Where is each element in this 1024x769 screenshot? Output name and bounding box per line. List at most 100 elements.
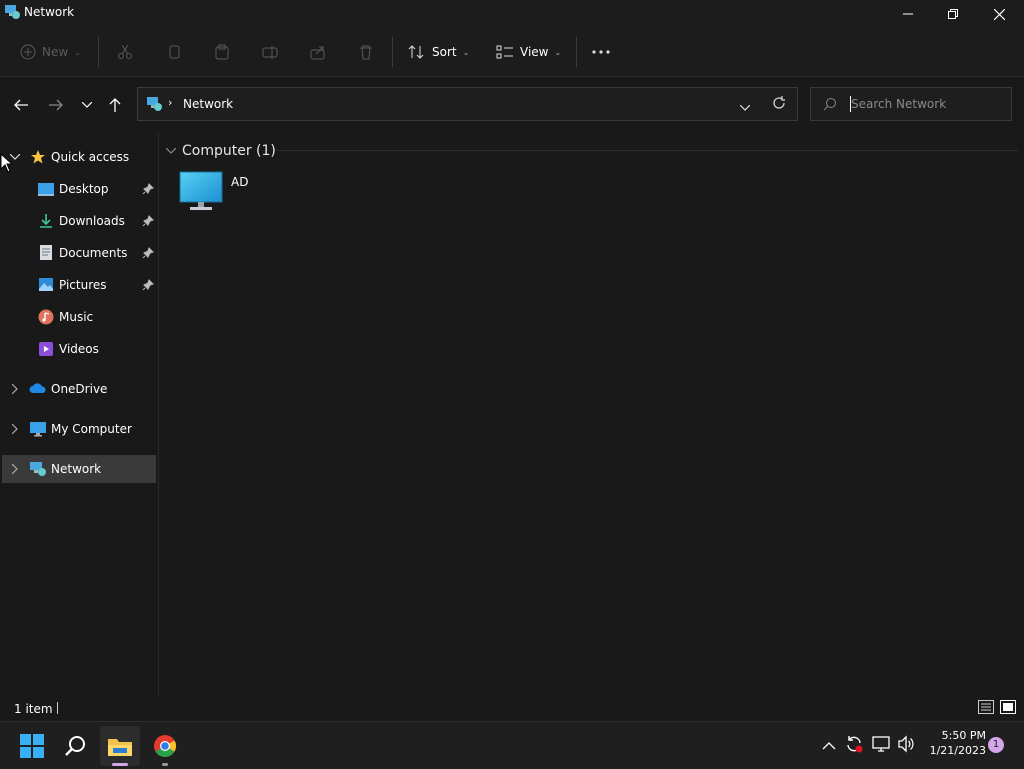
running-indicator: [162, 763, 168, 766]
pin-icon: [142, 215, 154, 227]
details-view-icon: [978, 700, 994, 714]
up-button[interactable]: [103, 93, 127, 117]
volume-button[interactable]: [897, 735, 915, 756]
show-hidden-icons-button[interactable]: [822, 739, 836, 753]
chevron-down-icon: ⌄: [462, 47, 470, 57]
desktop-icon: [38, 183, 54, 196]
chevron-down-icon: ⌄: [74, 47, 81, 57]
paste-icon: [215, 44, 229, 60]
nav-label: OneDrive: [51, 382, 108, 396]
clock[interactable]: 5:50 PM 1/21/2023: [924, 728, 986, 758]
share-button[interactable]: [310, 38, 326, 66]
search-box[interactable]: Search Network: [810, 87, 1012, 121]
mouse-pointer-icon: [0, 153, 12, 173]
search-placeholder: Search Network: [851, 97, 947, 111]
nav-onedrive[interactable]: OneDrive: [2, 375, 156, 403]
divider: [98, 37, 99, 67]
paste-button[interactable]: [214, 38, 230, 66]
start-button[interactable]: [12, 726, 52, 766]
file-explorer-taskbar-button[interactable]: [100, 726, 140, 766]
minimize-button[interactable]: [885, 0, 931, 28]
refresh-button[interactable]: [772, 96, 786, 113]
address-bar[interactable]: › Network: [137, 87, 798, 121]
list-item[interactable]: AD: [179, 171, 289, 213]
navigation-pane: Quick access Desktop Downloads Documents…: [0, 133, 159, 695]
nav-label: Quick access: [51, 150, 130, 164]
notification-badge[interactable]: 1: [988, 737, 1004, 753]
pictures-icon: [39, 278, 53, 291]
rename-icon: [262, 46, 278, 59]
sync-icon: [847, 736, 863, 753]
item-count: 1 item: [14, 702, 53, 716]
delete-button[interactable]: [358, 38, 374, 66]
sort-button[interactable]: Sort ⌄: [408, 38, 469, 66]
status-bar: 1 item: [0, 695, 1024, 721]
network-icon: [5, 5, 20, 19]
chevron-right-icon: [10, 384, 20, 394]
recent-locations-button[interactable]: [75, 93, 99, 117]
taskbar: 5:50 PM 1/21/2023 1: [0, 721, 1024, 769]
windows-logo-icon: [20, 734, 44, 758]
arrow-left-icon: [14, 99, 28, 111]
sync-status-button[interactable]: [845, 735, 863, 756]
nav-quick-access[interactable]: Quick access: [2, 143, 156, 171]
volume-icon: [898, 735, 914, 753]
nav-network[interactable]: Network: [2, 455, 156, 483]
content-pane: Computer (1) AD: [159, 133, 1024, 695]
more-options-button[interactable]: [592, 38, 610, 66]
network-icon: [147, 97, 162, 111]
new-label: New: [42, 45, 69, 59]
arrow-up-icon: [109, 98, 121, 112]
chevron-down-icon: [82, 102, 92, 108]
folder-icon: [108, 739, 132, 756]
group-header[interactable]: Computer (1): [166, 143, 276, 159]
rename-button[interactable]: [262, 38, 278, 66]
address-dropdown-button[interactable]: [739, 100, 751, 114]
back-button[interactable]: [9, 93, 33, 117]
minimize-icon: [903, 13, 913, 15]
pin-icon: [142, 183, 154, 195]
nav-my-computer[interactable]: My Computer: [2, 415, 156, 443]
network-status-button[interactable]: [872, 735, 890, 756]
chevron-down-icon: [166, 148, 176, 154]
details-view-button[interactable]: [978, 700, 994, 717]
close-button[interactable]: [976, 0, 1022, 28]
search-button[interactable]: [56, 726, 96, 766]
chevron-down-icon: ⌄: [554, 47, 562, 57]
onedrive-icon: [29, 383, 46, 393]
breadcrumb[interactable]: Network: [183, 97, 233, 111]
large-icons-view-button[interactable]: [1000, 700, 1016, 717]
sort-label: Sort: [432, 45, 457, 59]
search-icon: [823, 98, 836, 111]
forward-button[interactable]: [44, 93, 68, 117]
nav-item-videos[interactable]: Videos: [2, 335, 156, 363]
chevron-down-icon: [739, 104, 751, 111]
nav-item-desktop[interactable]: Desktop: [2, 175, 156, 203]
nav-label: Desktop: [59, 182, 109, 196]
network-icon: [30, 462, 46, 476]
copy-button[interactable]: [166, 38, 182, 66]
computer-icon: [30, 422, 46, 437]
clock-date: 1/21/2023: [929, 744, 986, 757]
chrome-taskbar-button[interactable]: [145, 726, 185, 766]
nav-item-documents[interactable]: Documents: [2, 239, 156, 267]
group-divider: [278, 150, 1018, 151]
nav-item-music[interactable]: Music: [2, 303, 156, 331]
nav-item-pictures[interactable]: Pictures: [2, 271, 156, 299]
restore-button[interactable]: [930, 0, 976, 28]
nav-label: Pictures: [59, 278, 107, 292]
plus-circle-icon: [20, 44, 36, 60]
trash-icon: [360, 45, 372, 60]
active-indicator: [112, 763, 128, 766]
view-button[interactable]: View ⌄: [496, 38, 561, 66]
nav-item-downloads[interactable]: Downloads: [2, 207, 156, 235]
divider: [392, 37, 393, 67]
new-button[interactable]: New ⌄: [20, 38, 81, 66]
cut-icon: [118, 44, 132, 59]
command-bar: New ⌄ Sort ⌄ View ⌄: [0, 28, 1024, 77]
chevron-right-icon: [10, 424, 20, 434]
cut-button[interactable]: [117, 38, 133, 66]
divider: [57, 702, 58, 714]
nav-label: Music: [59, 310, 94, 324]
share-icon: [310, 46, 325, 60]
